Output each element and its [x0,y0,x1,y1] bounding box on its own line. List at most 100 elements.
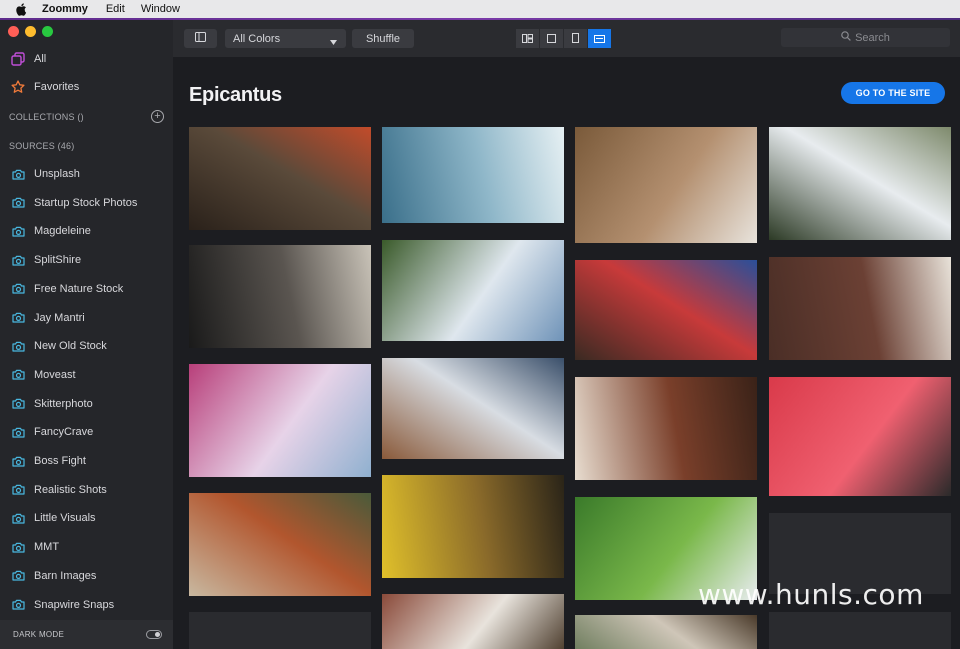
camera-icon [10,568,26,584]
photo-tile[interactable] [189,245,371,348]
photo-tile[interactable] [189,493,371,596]
photo-tile[interactable] [575,127,757,243]
sidebar-item-source[interactable]: Magdeleine [0,219,173,243]
sidebar-item-label: Unsplash [34,168,80,180]
sidebar-item-source[interactable]: Free Nature Stock [0,277,173,301]
color-filter-value: All Colors [233,32,281,45]
sidebar-item-source[interactable]: Barn Images [0,564,173,588]
photo-tile[interactable] [189,612,371,649]
sidebar-item-source[interactable]: Little Visuals [0,506,173,530]
sidebar-item-source[interactable]: FancyCrave [0,420,173,444]
photo-tile[interactable] [382,475,564,578]
minimize-window-icon[interactable] [25,26,36,37]
sidebar-item-label: Moveast [34,368,76,381]
sidebar-item-favorites[interactable]: Favorites [0,75,173,99]
sidebar-item-label: Skitterphoto [34,397,93,410]
sidebar-item-source[interactable]: New Old Stock [0,334,173,358]
zoom-window-icon[interactable] [42,26,53,37]
camera-icon [10,396,26,412]
sidebar-item-label: Boss Fight [34,455,86,467]
photo-tile[interactable] [769,612,951,649]
camera-icon [10,539,26,555]
view-masonry-button[interactable] [516,29,540,48]
toggle-sidebar-button[interactable] [184,29,217,48]
camera-icon [10,453,26,469]
photo-tile[interactable] [575,377,757,480]
photo-tile[interactable] [769,127,951,240]
shuffle-label: Shuffle [365,32,401,45]
view-mode-segment [516,29,612,48]
sidebar-item-label: Startup Stock Photos [34,196,138,209]
photo-tile[interactable] [382,594,564,649]
shuffle-button[interactable]: Shuffle [352,29,414,48]
add-collection-button[interactable]: + [151,110,164,123]
portrait-view-icon [572,30,579,48]
sidebar-item-label: FancyCrave [34,426,94,439]
search-icon [841,31,851,44]
camera-icon [10,310,26,326]
star-icon [10,79,26,95]
camera-icon [10,252,26,268]
sidebar-item-label: Snapwire Snaps [34,598,115,611]
window-menu[interactable]: Window [141,3,180,15]
photo-tile[interactable] [769,377,951,496]
square-view-icon [547,30,556,48]
toolbar: All Colors Shuffle Search [173,20,960,57]
camera-icon [10,195,26,211]
edit-menu[interactable]: Edit [106,3,125,15]
sidebar-item-label: Little Visuals [34,512,96,525]
sidebar-item-label: New Old Stock [34,340,107,353]
sidebar-item-source[interactable]: Skitterphoto [0,392,173,416]
collections-header: COLLECTIONS () [9,112,84,122]
sidebar-item-all[interactable]: All [0,47,173,71]
dark-mode-label: DARK MODE [13,630,65,639]
color-filter-select[interactable]: All Colors [225,29,346,48]
sidebar-item-source[interactable]: Unsplash [0,162,173,186]
sidebar-item-source[interactable]: Startup Stock Photos [0,191,173,215]
camera-icon [10,424,26,440]
camera-icon [10,482,26,498]
photo-tile[interactable] [382,240,564,341]
camera-icon [10,338,26,354]
sidebar-item-source[interactable]: MMT [0,535,173,559]
camera-icon [10,367,26,383]
watermark: www.hunls.com [698,578,924,611]
photo-tile[interactable] [575,615,757,649]
photo-tile[interactable] [189,127,371,230]
camera-icon [10,166,26,182]
sidebar-item-label: Favorites [34,81,80,93]
photo-tile[interactable] [575,260,757,360]
masonry-grid-icon [522,30,533,48]
search-placeholder: Search [855,31,890,44]
sidebar-item-label: Realistic Shots [34,483,107,496]
sidebar-item-source[interactable]: SplitShire [0,248,173,272]
camera-icon [10,597,26,613]
sidebar-item-source[interactable]: Boss Fight [0,449,173,473]
sidebar-item-source[interactable]: Jay Mantri [0,306,173,330]
view-portrait-button[interactable] [564,29,588,48]
dark-mode-toggle[interactable] [146,630,162,639]
sidebar-item-source[interactable]: Moveast [0,363,173,387]
photo-tile[interactable] [189,364,371,477]
sidebar-item-label: Jay Mantri [34,311,85,324]
sidebar-item-label: SplitShire [34,254,82,267]
window-controls [8,26,53,37]
photo-browser: Epicantus GO TO THE SITE [173,57,960,649]
go-to-site-button[interactable]: GO TO THE SITE [841,82,945,104]
photo-tile[interactable] [382,358,564,459]
view-landscape-button[interactable] [588,29,612,48]
view-square-button[interactable] [540,29,564,48]
close-window-icon[interactable] [8,26,19,37]
search-field[interactable]: Search [781,28,950,47]
photo-tile[interactable] [382,127,564,223]
all-photos-icon [10,51,26,67]
sidebar-item-source[interactable]: Snapwire Snaps [0,593,173,617]
sidebar-item-label: MMT [34,541,60,554]
sidebar-toggle-icon [195,32,206,45]
sidebar-item-source[interactable]: Realistic Shots [0,478,173,502]
apple-logo-icon[interactable] [14,2,28,16]
sidebar-item-label: All [34,53,47,65]
app-menu[interactable]: Zoommy [42,3,88,15]
camera-icon [10,510,26,526]
photo-tile[interactable] [769,257,951,360]
